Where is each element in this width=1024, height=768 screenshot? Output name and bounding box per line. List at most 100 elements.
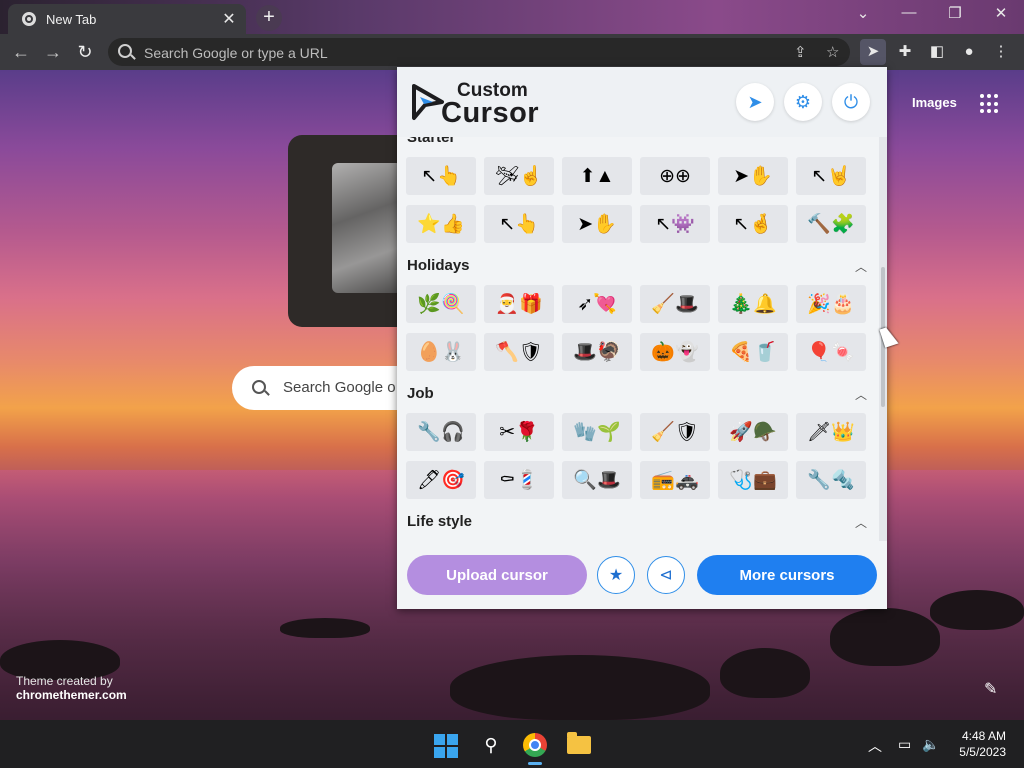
back-arrow-icon[interactable]: ← — [8, 39, 34, 65]
holiday-cursor-item[interactable]: 🌿🍭 — [406, 285, 476, 323]
theme-credit-link[interactable]: chromethemer.com — [16, 688, 127, 702]
upload-cursor-button[interactable]: Upload cursor — [407, 555, 587, 595]
doodle-art — [332, 163, 402, 293]
rock — [720, 648, 810, 698]
side-panel-icon[interactable]: ◧ — [924, 39, 950, 65]
settings-button[interactable]: ⚙ — [784, 83, 822, 121]
search-icon — [252, 380, 266, 394]
images-link[interactable]: Images — [912, 95, 957, 110]
volume-icon[interactable]: 🔈 — [922, 736, 939, 753]
job-cursor-item[interactable]: 🔧🔩 — [796, 461, 866, 499]
omnibox[interactable]: ⇪ ☆ — [108, 38, 850, 66]
tab-search-chevron-icon[interactable]: ⌄ — [848, 4, 878, 22]
profile-avatar-icon[interactable]: ● — [956, 39, 982, 65]
holiday-cursor-item[interactable]: 🧹🎩 — [640, 285, 710, 323]
extensions-puzzle-icon[interactable]: ✚ — [892, 39, 918, 65]
favorites-button[interactable]: ★ — [597, 556, 635, 594]
search-icon[interactable]: ⚲ — [476, 730, 506, 760]
section-title-job: Job — [407, 385, 434, 402]
omnibox-input[interactable] — [142, 42, 786, 64]
job-cursor-item[interactable]: ✂🌹 — [484, 413, 554, 451]
browser-toolbar: ← → ↻ ⇪ ☆ ➤ ✚ ◧ ● ⋮ — [0, 34, 1024, 70]
starter-cursor-item[interactable]: 🔨🧩 — [796, 205, 866, 243]
logo-line2: Cursor — [441, 97, 540, 129]
job-cursor-item[interactable]: ⚰💈 — [484, 461, 554, 499]
theme-credit[interactable]: Theme created by chromethemer.com — [16, 674, 127, 702]
cursor-mode-button[interactable]: ➤ — [736, 83, 774, 121]
share-button[interactable]: ⊲ — [647, 556, 685, 594]
starter-cursor-item[interactable]: 🛩☝ — [484, 157, 554, 195]
starter-cursor-item[interactable]: ➤✋ — [562, 205, 632, 243]
file-explorer-icon[interactable] — [567, 732, 591, 754]
logo-text: Custom Cursor — [441, 80, 540, 129]
starter-cursor-item[interactable]: ⊕⊕ — [640, 157, 710, 195]
power-icon: ⏻ — [843, 91, 859, 112]
share-icon[interactable]: ⇪ — [794, 43, 807, 61]
chrome-taskbar-icon[interactable] — [523, 733, 547, 757]
section-title-holidays: Holidays — [407, 257, 470, 274]
starter-cursor-item[interactable]: ↖👆 — [484, 205, 554, 243]
more-cursors-button[interactable]: More cursors — [697, 555, 877, 595]
holiday-cursor-item[interactable]: 🎩🦃 — [562, 333, 632, 371]
job-cursor-item[interactable]: 🖊🎯 — [406, 461, 476, 499]
job-cursor-item[interactable]: 🔧🎧 — [406, 413, 476, 451]
gear-icon: ⚙ — [794, 91, 812, 112]
tab-new-tab[interactable]: New Tab ✕ — [8, 4, 246, 34]
power-button[interactable]: ⏻ — [832, 83, 870, 121]
close-tab-icon[interactable]: ✕ — [218, 9, 240, 29]
google-apps-icon[interactable] — [980, 94, 1000, 114]
holiday-cursor-item[interactable]: 🎃👻 — [640, 333, 710, 371]
job-cursor-item[interactable]: 🧤🌱 — [562, 413, 632, 451]
close-window-icon[interactable]: ✕ — [986, 4, 1016, 22]
rock — [830, 608, 940, 666]
holiday-cursor-item[interactable]: 🎅🎁 — [484, 285, 554, 323]
starter-cursor-item[interactable]: ➤✋ — [718, 157, 788, 195]
forward-arrow-icon[interactable]: → — [40, 39, 66, 65]
holiday-cursor-item[interactable]: 🍕🥤 — [718, 333, 788, 371]
share-icon: ⊲ — [659, 567, 673, 584]
customize-pencil-icon[interactable]: ✎ — [984, 679, 997, 699]
starter-cursor-item[interactable]: ⬆▲ — [562, 157, 632, 195]
collapse-chevron-icon[interactable]: ︿ — [855, 386, 867, 403]
custom-cursor-extension-icon[interactable]: ➤ — [860, 39, 886, 65]
job-cursor-item[interactable]: 🧹🛡 — [640, 413, 710, 451]
starter-cursor-item[interactable]: ⭐👍 — [406, 205, 476, 243]
network-icon[interactable]: ▭ — [898, 736, 911, 753]
job-cursor-item[interactable]: 🗡👑 — [796, 413, 866, 451]
tab-title: New Tab — [46, 11, 97, 27]
job-cursor-item[interactable]: 🩺💼 — [718, 461, 788, 499]
cursor-collection-list[interactable]: Starter ↖👆 🛩☝ ⬆▲ ⊕⊕ ➤✋ ↖🤘 ⭐👍 ↖👆 ➤✋ ↖👾 ↖🤞 🔨🧩 Holiday… — [397, 127, 879, 541]
job-cursor-item[interactable]: 📻🚓 — [640, 461, 710, 499]
collapse-chevron-icon[interactable]: ︿ — [855, 514, 867, 531]
holiday-cursor-item[interactable]: 🎈🍬 — [796, 333, 866, 371]
ntp-search-placeholder: Search Google o — [283, 379, 396, 396]
star-icon: ★ — [608, 567, 624, 584]
starter-cursor-item[interactable]: ↖👾 — [640, 205, 710, 243]
reload-icon[interactable]: ↻ — [72, 39, 98, 65]
starter-cursor-item[interactable]: ↖🤘 — [796, 157, 866, 195]
restore-icon[interactable]: ❐ — [940, 4, 970, 22]
tray-chevron-icon[interactable]: ︿ — [868, 736, 882, 756]
rock — [280, 618, 370, 638]
job-cursor-grid: 🔧🎧 ✂🌹 🧤🌱 🧹🛡 🚀🪖 🗡👑 🖊🎯 ⚰💈 🔍🎩 📻🚓 🩺💼 🔧🔩 — [406, 413, 866, 499]
rock — [930, 590, 1024, 630]
holiday-cursor-item[interactable]: 🪓🛡 — [484, 333, 554, 371]
windows-start-icon[interactable] — [434, 734, 458, 758]
logo-cursor-icon — [412, 84, 444, 120]
starter-cursor-item[interactable]: ↖🤞 — [718, 205, 788, 243]
starter-cursor-item[interactable]: ↖👆 — [406, 157, 476, 195]
holiday-cursor-item[interactable]: 🎉🎂 — [796, 285, 866, 323]
taskbar-clock[interactable]: 4:48 AM 5/5/2023 — [946, 728, 1006, 760]
collapse-chevron-icon[interactable]: ︿ — [855, 258, 867, 275]
popup-footer: Upload cursor ★ ⊲ More cursors — [397, 541, 887, 609]
job-cursor-item[interactable]: 🔍🎩 — [562, 461, 632, 499]
bookmark-star-icon[interactable]: ☆ — [826, 43, 839, 61]
minimize-icon[interactable]: — — [894, 4, 924, 21]
menu-kebab-icon[interactable]: ⋮ — [988, 39, 1014, 65]
job-cursor-item[interactable]: 🚀🪖 — [718, 413, 788, 451]
new-tab-button[interactable]: + — [256, 5, 282, 31]
holiday-cursor-item[interactable]: ➶💘 — [562, 285, 632, 323]
holiday-cursor-item[interactable]: 🎄🔔 — [718, 285, 788, 323]
holiday-cursor-item[interactable]: 🥚🐰 — [406, 333, 476, 371]
rock — [450, 655, 710, 720]
